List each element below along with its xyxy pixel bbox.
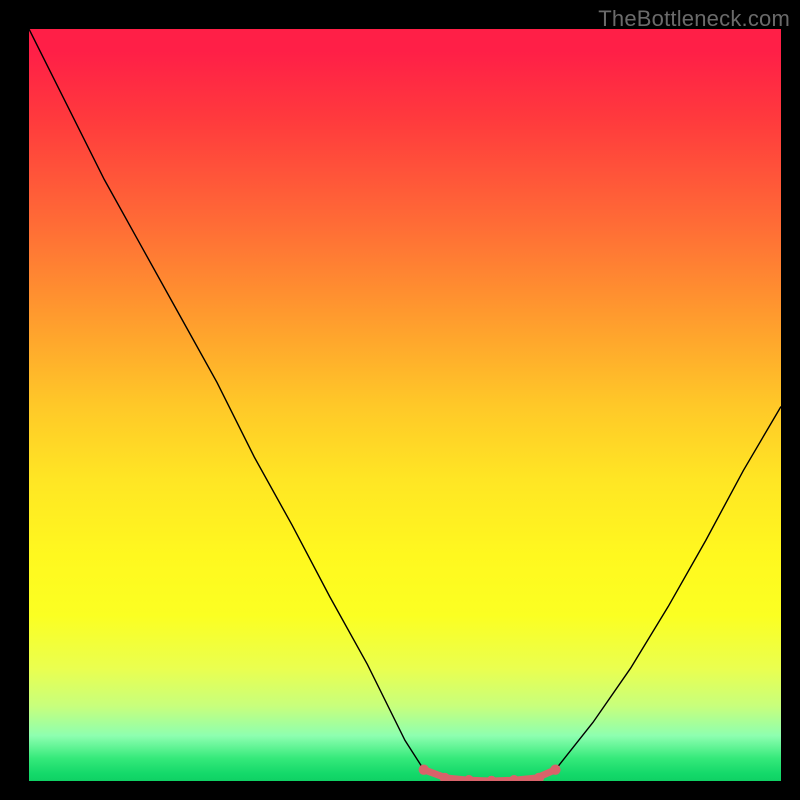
- chart-svg: [29, 29, 781, 781]
- marker-dot: [486, 776, 496, 781]
- marker-dot: [419, 765, 429, 775]
- marker-dot: [509, 775, 519, 781]
- watermark: TheBottleneck.com: [598, 6, 790, 32]
- left-curve: [29, 29, 424, 770]
- chart-plot-area: [29, 29, 781, 781]
- marker-dot: [550, 765, 560, 775]
- right-curve: [555, 407, 781, 770]
- marker-dot: [464, 775, 474, 781]
